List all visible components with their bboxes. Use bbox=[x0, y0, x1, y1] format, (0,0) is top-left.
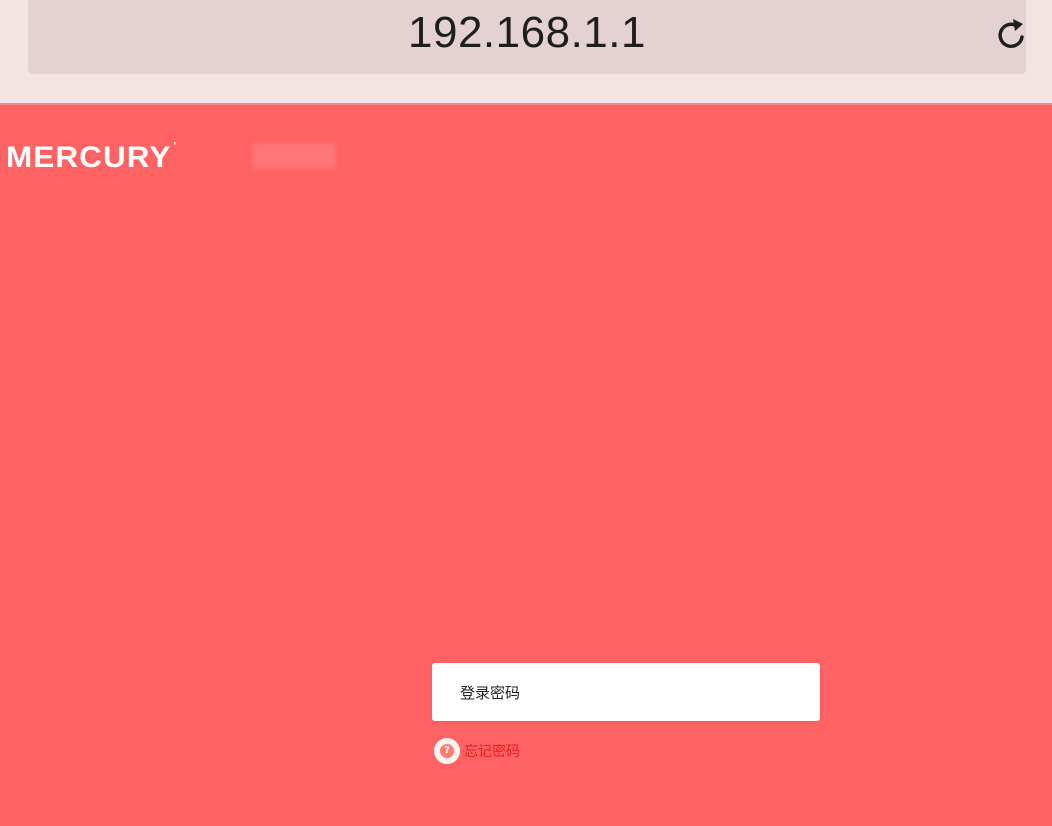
browser-chrome: 192.168.1.1 bbox=[0, 0, 1052, 105]
logo-text: MERCURY bbox=[6, 141, 172, 174]
router-login-page: MERCURY ' 登录密码 ? 忘记密码 bbox=[0, 105, 1052, 826]
address-bar[interactable]: 192.168.1.1 bbox=[28, 0, 1026, 74]
logo-trademark: ' bbox=[173, 141, 178, 152]
question-icon: ? bbox=[434, 738, 460, 764]
forgot-password-label[interactable]: 忘记密码 bbox=[464, 741, 520, 761]
mercury-logo: MERCURY ' bbox=[6, 141, 177, 175]
forgot-password-link[interactable]: ? 忘记密码 bbox=[434, 738, 520, 764]
password-placeholder: 登录密码 bbox=[460, 683, 521, 702]
blurred-region bbox=[252, 143, 336, 169]
reload-icon bbox=[998, 19, 1024, 48]
password-field[interactable]: 登录密码 bbox=[432, 663, 820, 721]
question-mark-glyph: ? bbox=[440, 744, 454, 758]
reload-button[interactable] bbox=[986, 10, 1036, 60]
url-text[interactable]: 192.168.1.1 bbox=[28, 8, 1026, 58]
